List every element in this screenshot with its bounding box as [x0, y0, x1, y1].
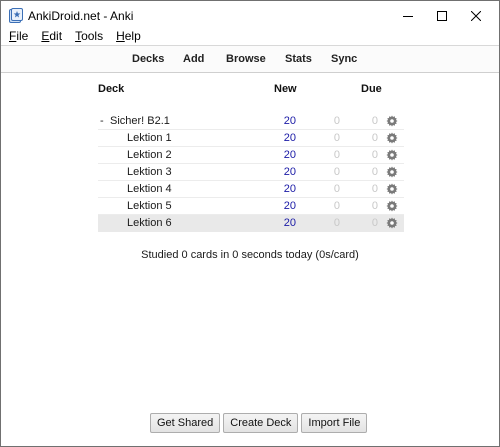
learn-count: 0: [333, 115, 340, 127]
close-button[interactable]: [453, 1, 499, 30]
new-count: 20: [283, 200, 296, 212]
due-count: 0: [371, 200, 378, 212]
import-file-button[interactable]: Import File: [301, 413, 368, 433]
deck-name[interactable]: Lektion 1: [127, 132, 172, 144]
learn-count: 0: [333, 166, 340, 178]
learn-count: 0: [333, 132, 340, 144]
deck-name[interactable]: Lektion 6: [127, 217, 172, 229]
learn-count: 0: [333, 149, 340, 161]
due-column-header: Due: [361, 83, 382, 95]
new-count: 20: [283, 115, 296, 127]
gear-icon[interactable]: [386, 200, 398, 212]
title-bar[interactable]: AnkiDroid.net - Anki: [1, 1, 499, 30]
bottom-button-bar: Get Shared Create Deck Import File: [150, 413, 368, 433]
toolbar-stats-link[interactable]: Stats: [285, 53, 312, 65]
collapse-toggle[interactable]: -: [100, 115, 104, 127]
menu-help-label: elp: [124, 29, 141, 43]
deck-column-header: Deck: [98, 83, 125, 95]
deck-row[interactable]: Lektion 2 20 0 0: [98, 147, 404, 164]
studied-today-text: Studied 0 cards in 0 seconds today (0s/c…: [141, 249, 359, 261]
learn-count: 0: [333, 200, 340, 212]
deck-row-parent[interactable]: - Sicher! B2.1 20 0 0: [98, 113, 404, 130]
minimize-icon: [403, 15, 413, 17]
toolbar-decks-link[interactable]: Decks: [132, 53, 164, 65]
close-icon: [471, 10, 481, 21]
maximize-icon: [437, 10, 447, 21]
menu-file-label: ile: [16, 29, 29, 43]
due-count: 0: [371, 183, 378, 195]
menu-edit[interactable]: Edit: [33, 30, 67, 45]
new-count: 20: [283, 132, 296, 144]
new-column-header: New: [274, 83, 297, 95]
deck-row[interactable]: Lektion 5 20 0 0: [98, 198, 404, 215]
learn-count: 0: [333, 217, 340, 229]
deck-name[interactable]: Lektion 4: [127, 183, 172, 195]
deck-name[interactable]: Lektion 5: [127, 200, 172, 212]
toolbar-add-link[interactable]: Add: [183, 53, 204, 65]
menu-help[interactable]: Help: [108, 30, 146, 45]
toolbar-sync-link[interactable]: Sync: [331, 53, 357, 65]
gear-icon[interactable]: [386, 166, 398, 178]
due-count: 0: [371, 132, 378, 144]
anki-app-icon: [9, 8, 23, 23]
gear-icon[interactable]: [386, 132, 398, 144]
deck-name[interactable]: Lektion 3: [127, 166, 172, 178]
menu-tools-label: ools: [81, 29, 104, 43]
menu-edit-label: dit: [49, 29, 63, 43]
deck-name[interactable]: Lektion 2: [127, 149, 172, 161]
due-count: 0: [371, 115, 378, 127]
gear-icon[interactable]: [386, 217, 398, 229]
window-title: AnkiDroid.net - Anki: [28, 9, 134, 23]
new-count: 20: [283, 217, 296, 229]
learn-count: 0: [333, 183, 340, 195]
due-count: 0: [371, 149, 378, 161]
deck-name-parent[interactable]: Sicher! B2.1: [110, 115, 170, 127]
deck-row[interactable]: Lektion 4 20 0 0: [98, 181, 404, 198]
new-count: 20: [283, 183, 296, 195]
deck-row[interactable]: Lektion 1 20 0 0: [98, 130, 404, 147]
deck-row[interactable]: Lektion 3 20 0 0: [98, 164, 404, 181]
deck-browser: Deck New Due - Sicher! B2.1 20 0 0 Lekti…: [1, 73, 499, 446]
new-count: 20: [283, 166, 296, 178]
toolbar-browse-link[interactable]: Browse: [226, 53, 266, 65]
create-deck-button[interactable]: Create Deck: [223, 413, 299, 433]
anki-main-window: AnkiDroid.net - Anki File Edit Tools Hel…: [0, 0, 500, 447]
menu-file[interactable]: File: [1, 30, 33, 45]
get-shared-button[interactable]: Get Shared: [150, 413, 221, 433]
due-count: 0: [371, 217, 378, 229]
gear-icon[interactable]: [386, 183, 398, 195]
menu-tools[interactable]: Tools: [67, 30, 108, 45]
gear-icon[interactable]: [386, 149, 398, 161]
due-count: 0: [371, 166, 378, 178]
main-toolbar: Decks Add Browse Stats Sync: [1, 45, 499, 73]
deck-row-current[interactable]: Lektion 6 20 0 0: [98, 215, 404, 232]
new-count: 20: [283, 149, 296, 161]
gear-icon[interactable]: [386, 115, 398, 127]
menu-help-mnemonic: H: [116, 29, 125, 43]
menu-bar: File Edit Tools Help: [1, 30, 499, 45]
